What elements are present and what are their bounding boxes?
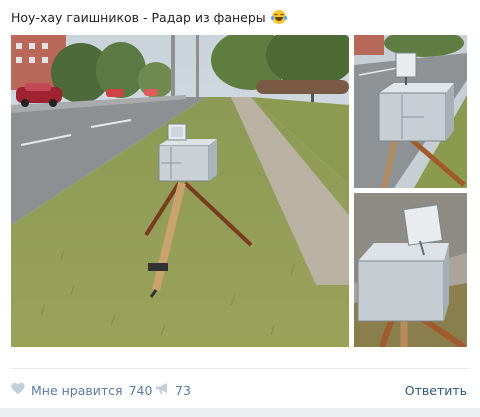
- post-text: Ноу-хау гаишников - Радар из фанеры: [11, 10, 287, 26]
- post-actions: Мне нравится 740 73 Ответить: [0, 378, 480, 402]
- post-title: Ноу-хау гаишников - Радар из фанеры: [11, 10, 266, 25]
- divider: [11, 368, 469, 369]
- reply-link[interactable]: Ответить: [405, 378, 467, 402]
- megaphone-icon: [155, 382, 170, 398]
- feed-gap: [0, 408, 480, 417]
- share-count: 73: [175, 382, 191, 398]
- main-photo[interactable]: [11, 35, 349, 347]
- laughing-tears-emoji-icon: [270, 10, 287, 24]
- post-card: Ноу-хау гаишников - Радар из фанеры Мне …: [0, 0, 480, 417]
- top-right-photo[interactable]: [354, 35, 467, 188]
- share-button[interactable]: 73: [155, 378, 191, 402]
- like-button[interactable]: Мне нравится 740: [11, 378, 152, 402]
- bottom-right-photo[interactable]: [354, 193, 467, 347]
- like-count: 740: [128, 382, 153, 398]
- like-label: Мне нравится: [31, 382, 123, 398]
- heart-icon: [11, 382, 25, 398]
